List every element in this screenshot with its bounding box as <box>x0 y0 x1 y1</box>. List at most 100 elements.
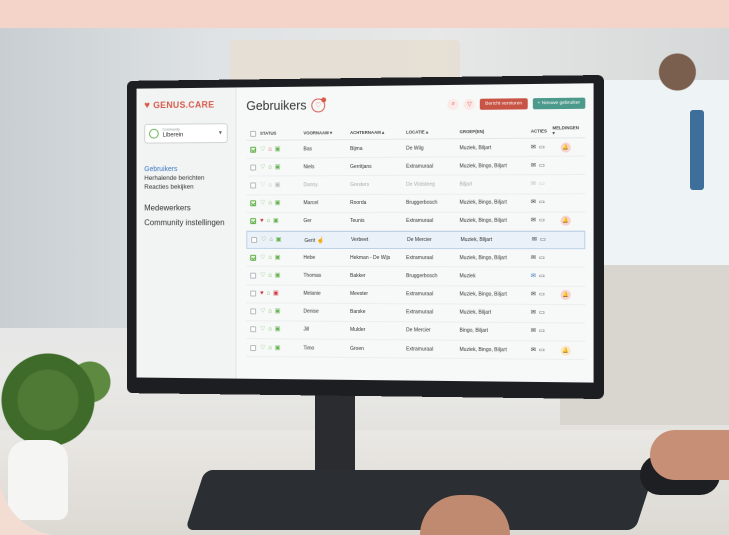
image-icon[interactable]: ▣ <box>275 182 281 188</box>
message-icon[interactable]: ▭ <box>539 218 545 224</box>
row-checkbox[interactable] <box>250 146 257 153</box>
bell-icon[interactable]: 🔔 <box>560 216 571 227</box>
message-icon[interactable]: ▭ <box>539 292 545 298</box>
mail-icon[interactable]: ✉ <box>532 237 537 243</box>
mail-icon[interactable]: ✉ <box>531 292 536 298</box>
image-icon[interactable]: ▣ <box>275 146 281 152</box>
message-icon[interactable]: ▭ <box>539 310 545 316</box>
search-icon[interactable]: ⌕ <box>447 98 459 110</box>
table-row[interactable]: ♡ ⌂ ▣ Bas Bijma De Wilg Muziek, Biljart ✉ ▭ 🔔 <box>246 138 586 159</box>
col-last-name[interactable]: ACHTERNAAM ▴ <box>350 129 406 135</box>
sidebar-item-gebruikers[interactable]: Gebruikers <box>144 165 227 174</box>
table-row[interactable]: ♡ ⌂ ▣ Timo Groen Extramuraal Muziek, Bingo, Bi… <box>246 339 586 361</box>
home-icon[interactable]: ⌂ <box>269 237 273 243</box>
mail-icon[interactable]: ✉ <box>531 218 536 224</box>
table-row[interactable]: ♥ ⌂ ▣ Melanie Meester Extramuraal Muziek, Bing… <box>246 285 586 305</box>
heart-icon[interactable]: ♡ <box>260 182 265 188</box>
mail-icon[interactable]: ✉ <box>531 329 536 335</box>
row-checkbox[interactable] <box>250 182 257 189</box>
mail-icon[interactable]: ✉ <box>531 273 536 279</box>
message-icon[interactable]: ▭ <box>539 181 545 187</box>
send-message-button[interactable]: Bericht versturen <box>480 97 528 110</box>
table-row[interactable]: ♥ ⌂ ▣ Ger Teunis Extramuraal Muziek, Bingo, Bi… <box>246 212 586 231</box>
mail-icon[interactable]: ✉ <box>531 310 536 316</box>
home-icon[interactable]: ⌂ <box>268 327 272 333</box>
image-icon[interactable]: ▣ <box>275 273 281 279</box>
row-checkbox[interactable] <box>250 344 257 351</box>
message-icon[interactable]: ▭ <box>539 144 545 150</box>
col-location[interactable]: LOCATIE ▴ <box>406 129 459 135</box>
table-row[interactable]: ♡ ⌂ ▣ Denise Barske Extramuraal Muziek, Biljar… <box>246 303 586 324</box>
message-icon[interactable]: ▭ <box>539 273 545 279</box>
image-icon[interactable]: ▣ <box>275 327 281 333</box>
image-icon[interactable]: ▣ <box>273 291 279 297</box>
heart-icon[interactable]: ♡ <box>261 237 266 243</box>
image-icon[interactable]: ▣ <box>275 255 281 261</box>
message-icon[interactable]: ▭ <box>540 237 546 243</box>
heart-icon[interactable]: ♡ <box>260 327 265 333</box>
mail-icon[interactable]: ✉ <box>531 163 536 169</box>
home-icon[interactable]: ⌂ <box>268 309 272 315</box>
col-first-name[interactable]: VOORNAAM ▾ <box>303 130 350 136</box>
image-icon[interactable]: ▣ <box>273 218 279 224</box>
image-icon[interactable]: ▣ <box>275 200 281 206</box>
mail-icon[interactable]: ✉ <box>531 181 536 187</box>
heart-icon[interactable]: ♡ <box>260 200 265 206</box>
heart-icon[interactable]: ♡ <box>260 345 265 351</box>
heart-icon[interactable]: ♥ <box>260 218 263 224</box>
home-icon[interactable]: ⌂ <box>268 146 272 152</box>
table-row[interactable]: ♡ ⌂ ▣ Marcel Roorda Bruggerbosch Muziek, Bingo… <box>246 193 586 213</box>
message-icon[interactable]: ▭ <box>539 163 545 169</box>
home-icon[interactable]: ⌂ <box>268 182 272 188</box>
heart-icon[interactable]: ♡ <box>260 146 265 152</box>
heart-icon[interactable]: ♥ <box>260 291 263 297</box>
add-user-button[interactable]: + Nieuwe gebruiker <box>532 97 586 109</box>
home-icon[interactable]: ⌂ <box>268 200 272 206</box>
bell-icon[interactable]: 🔔 <box>560 345 571 356</box>
bell-icon[interactable]: 🔔 <box>560 289 571 301</box>
heart-icon[interactable]: ♡ <box>260 273 265 279</box>
row-checkbox[interactable] <box>250 326 257 333</box>
row-checkbox[interactable] <box>250 290 257 297</box>
row-checkbox[interactable] <box>250 254 257 261</box>
table-row[interactable]: ♡ ⌂ ▣ Danny Gresters De Vlotsteeg Biljart ✉ ▭ <box>246 175 586 195</box>
sidebar-item-medewerkers[interactable]: Medewerkers <box>144 203 227 212</box>
message-icon[interactable]: ▭ <box>539 200 545 206</box>
message-icon[interactable]: ▭ <box>539 329 545 335</box>
row-checkbox[interactable] <box>250 164 257 171</box>
mail-icon[interactable]: ✉ <box>531 255 536 261</box>
mail-icon[interactable]: ✉ <box>531 347 536 353</box>
image-icon[interactable]: ▣ <box>276 237 282 243</box>
image-icon[interactable]: ▣ <box>275 345 281 351</box>
alert-badge-icon[interactable]: ♡ <box>311 97 327 113</box>
bell-icon[interactable]: 🔔 <box>560 142 571 153</box>
col-notifications[interactable]: MELDINGEN ▾ <box>552 125 579 136</box>
row-checkbox[interactable] <box>250 272 257 279</box>
row-checkbox[interactable] <box>250 308 257 315</box>
message-icon[interactable]: ▭ <box>539 347 545 353</box>
image-icon[interactable]: ▣ <box>275 164 281 170</box>
image-icon[interactable]: ▣ <box>275 309 281 315</box>
table-row[interactable]: ♡ ⌂ ▣ Niels Gerritjans Extramuraal Muziek, Bin… <box>246 156 586 177</box>
col-status[interactable]: STATUS <box>260 130 303 136</box>
sidebar-item-herhalende-berichten[interactable]: Herhalende berichten <box>144 174 227 183</box>
message-icon[interactable]: ▭ <box>539 255 545 261</box>
sidebar-item-reacties-bekijken[interactable]: Reacties bekijken <box>144 183 227 192</box>
table-row[interactable]: ♡ ⌂ ▣ Gerit ☝ Verbeet De Mercier Muziek, Biljar… <box>246 230 586 250</box>
table-row[interactable]: ♡ ⌂ ▣ Thomas Bakker Bruggerbosch Muziek ✉ ▭ <box>246 267 586 287</box>
heart-icon[interactable]: ♡ <box>260 164 265 170</box>
select-all-checkbox[interactable] <box>250 130 257 137</box>
mail-icon[interactable]: ✉ <box>531 144 536 150</box>
filter-icon[interactable]: ▽ <box>463 98 475 110</box>
row-checkbox[interactable] <box>250 200 257 207</box>
row-checkbox[interactable] <box>250 218 257 225</box>
sidebar-item-community-instellingen[interactable]: Community instellingen <box>144 218 227 227</box>
mail-icon[interactable]: ✉ <box>531 200 536 206</box>
app-logo[interactable]: ♥ GENUS.CARE <box>144 97 227 112</box>
row-checkbox[interactable] <box>251 237 258 243</box>
table-row[interactable]: ♡ ⌂ ▣ Hebe Hekman - De Wijs Extramuraal Muziek… <box>246 249 586 268</box>
home-icon[interactable]: ⌂ <box>268 255 272 261</box>
home-icon[interactable]: ⌂ <box>268 345 272 351</box>
home-icon[interactable]: ⌂ <box>266 218 270 224</box>
heart-icon[interactable]: ♡ <box>260 309 265 315</box>
